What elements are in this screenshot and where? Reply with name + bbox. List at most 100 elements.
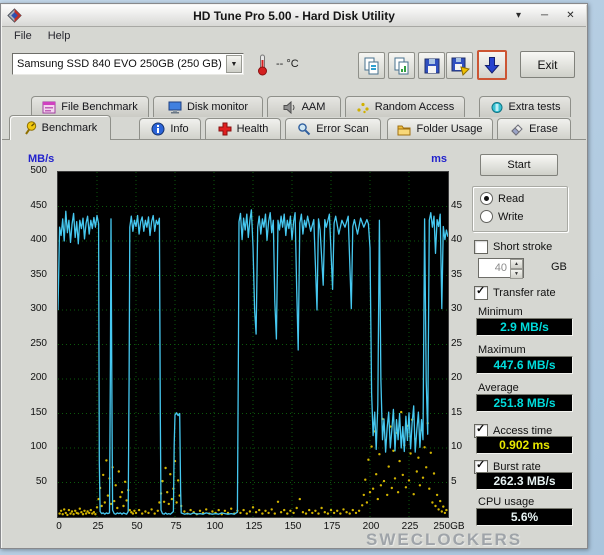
start-button[interactable]: Start bbox=[480, 154, 558, 176]
titlebar: HD Tune Pro 5.00 - Hard Disk Utility ▾ ─… bbox=[2, 5, 586, 27]
tab-aam[interactable]: AAM bbox=[267, 96, 341, 117]
axis-tick-label: 100 bbox=[2, 441, 53, 452]
axis-tick-label: 175 bbox=[312, 521, 352, 532]
shade-button[interactable]: ▾ bbox=[510, 8, 527, 23]
access-time-value: 0.902 ms bbox=[476, 436, 573, 454]
average-label: Average bbox=[478, 382, 519, 394]
minimum-value: 2.9 MB/s bbox=[476, 318, 573, 336]
short-stroke-size-value: 40 bbox=[479, 259, 510, 277]
minimum-label: Minimum bbox=[478, 306, 523, 318]
transfer-rate-checkbox[interactable]: ✓ bbox=[474, 286, 488, 300]
tab-label: Info bbox=[170, 123, 188, 135]
disk-monitor-icon bbox=[168, 101, 182, 114]
watermark: SWECLOCKERS bbox=[366, 530, 522, 550]
checkmark-icon: ✓ bbox=[476, 459, 485, 471]
tab-disk-monitor[interactable]: Disk monitor bbox=[153, 96, 263, 117]
eraser-icon bbox=[510, 122, 524, 136]
read-label: Read bbox=[498, 193, 524, 205]
short-stroke-label: Short stroke bbox=[493, 241, 552, 253]
burst-rate-value: 262.3 MB/s bbox=[476, 472, 573, 490]
folder-icon bbox=[397, 123, 411, 136]
tab-label: Error Scan bbox=[316, 123, 369, 135]
tab-label: AAM bbox=[302, 101, 326, 113]
read-radio[interactable] bbox=[480, 192, 493, 205]
tab-extra-tests[interactable]: Extra tests bbox=[479, 96, 571, 117]
axis-tick-label: 500 bbox=[2, 165, 53, 176]
dropdown-arrow-icon[interactable]: ▼ bbox=[226, 55, 242, 73]
speaker-icon bbox=[283, 101, 297, 114]
minimize-button[interactable]: ─ bbox=[536, 8, 553, 23]
tab-random-access[interactable]: Random Access bbox=[345, 96, 465, 117]
axis-tick-label: 25 bbox=[78, 521, 118, 532]
tab-info[interactable]: Info bbox=[139, 118, 201, 139]
axis-tick-label: 400 bbox=[2, 234, 53, 245]
copy-screenshot-button[interactable] bbox=[388, 52, 415, 79]
tab-label: Folder Usage bbox=[416, 123, 482, 135]
close-button[interactable]: ✕ bbox=[562, 8, 579, 23]
left-axis-unit-label: MB/s bbox=[28, 153, 54, 165]
random-access-icon bbox=[356, 101, 370, 114]
menu-help[interactable]: Help bbox=[40, 28, 79, 44]
spin-up-button[interactable]: ▲ bbox=[510, 259, 523, 269]
benchmark-control-panel: Start Read Write Short stroke 40 ▲ ▼ bbox=[467, 140, 587, 547]
average-value: 251.8 MB/s bbox=[476, 394, 573, 412]
axis-tick-label: 250 bbox=[2, 338, 53, 349]
axis-tick-label: 125 bbox=[234, 521, 274, 532]
download-arrow-icon bbox=[482, 55, 502, 75]
save-results-button[interactable] bbox=[418, 52, 445, 79]
tab-label: Erase bbox=[529, 123, 558, 135]
exit-button[interactable]: Exit bbox=[520, 51, 575, 78]
tab-error-scan[interactable]: Error Scan bbox=[285, 118, 381, 139]
short-stroke-unit-label: GB bbox=[551, 261, 567, 273]
right-axis-unit-label: ms bbox=[420, 153, 447, 165]
tab-folder-usage[interactable]: Folder Usage bbox=[387, 118, 493, 139]
axis-tick-label: 50 bbox=[2, 476, 53, 487]
short-stroke-checkbox[interactable] bbox=[474, 240, 488, 254]
benchmark-icon bbox=[23, 121, 37, 135]
axis-tick-label: 75 bbox=[156, 521, 196, 532]
spin-down-button[interactable]: ▼ bbox=[510, 269, 523, 279]
app-icon[interactable] bbox=[7, 8, 22, 23]
screen-capture-button[interactable] bbox=[477, 50, 507, 80]
write-radio[interactable] bbox=[480, 210, 493, 223]
axis-tick-label: 50 bbox=[117, 521, 157, 532]
tab-health[interactable]: Health bbox=[205, 118, 281, 139]
window-title: HD Tune Pro 5.00 - Hard Disk Utility bbox=[2, 9, 586, 23]
thermometer-icon bbox=[256, 54, 269, 76]
file-benchmark-icon bbox=[42, 101, 56, 114]
checkmark-icon: ✓ bbox=[476, 423, 485, 435]
tab-file-benchmark[interactable]: File Benchmark bbox=[31, 96, 149, 117]
axis-tick-label: 200 bbox=[2, 372, 53, 383]
benchmark-tab-content: MB/s ms 50045040035030025020015010050454… bbox=[2, 139, 586, 547]
chart-plot-area bbox=[57, 171, 449, 518]
temperature-value: -- °C bbox=[276, 58, 299, 70]
info-icon bbox=[151, 122, 165, 136]
menubar: File Help bbox=[2, 27, 586, 45]
axis-tick-label: 450 bbox=[2, 200, 53, 211]
axis-tick-label: 300 bbox=[2, 303, 53, 314]
toolbar: Samsung SSD 840 EVO 250GB (250 GB) ▼ -- … bbox=[2, 45, 586, 91]
axis-tick-label: 150 bbox=[273, 521, 313, 532]
tab-label: Benchmark bbox=[42, 122, 98, 134]
axis-tick-label: 0 bbox=[39, 521, 79, 532]
benchmark-chart: MB/s ms 50045040035030025020015010050454… bbox=[2, 140, 467, 547]
short-stroke-size-input[interactable]: 40 ▲ ▼ bbox=[478, 258, 524, 278]
menu-file[interactable]: File bbox=[6, 28, 40, 44]
copy-chart-icon bbox=[392, 56, 412, 76]
health-cross-icon bbox=[218, 122, 232, 136]
transfer-rate-label: Transfer rate bbox=[493, 287, 556, 299]
floppy-disk-icon bbox=[422, 56, 442, 76]
hd-tune-window: HD Tune Pro 5.00 - Hard Disk Utility ▾ ─… bbox=[0, 3, 588, 549]
maximum-label: Maximum bbox=[478, 344, 526, 356]
cpu-usage-value: 5.6% bbox=[476, 508, 573, 526]
tab-benchmark[interactable]: Benchmark bbox=[9, 115, 111, 140]
save-screenshot-button[interactable] bbox=[446, 52, 473, 79]
axis-tick-label: 350 bbox=[2, 269, 53, 280]
tab-erase[interactable]: Erase bbox=[497, 118, 571, 139]
drive-select-value: Samsung SSD 840 EVO 250GB (250 GB) bbox=[13, 58, 226, 70]
axis-tick-label: 150 bbox=[2, 407, 53, 418]
drive-select[interactable]: Samsung SSD 840 EVO 250GB (250 GB) ▼ bbox=[12, 53, 244, 75]
copy-results-button[interactable] bbox=[358, 52, 385, 79]
tab-label: Health bbox=[237, 123, 269, 135]
tab-label: Extra tests bbox=[509, 101, 561, 113]
